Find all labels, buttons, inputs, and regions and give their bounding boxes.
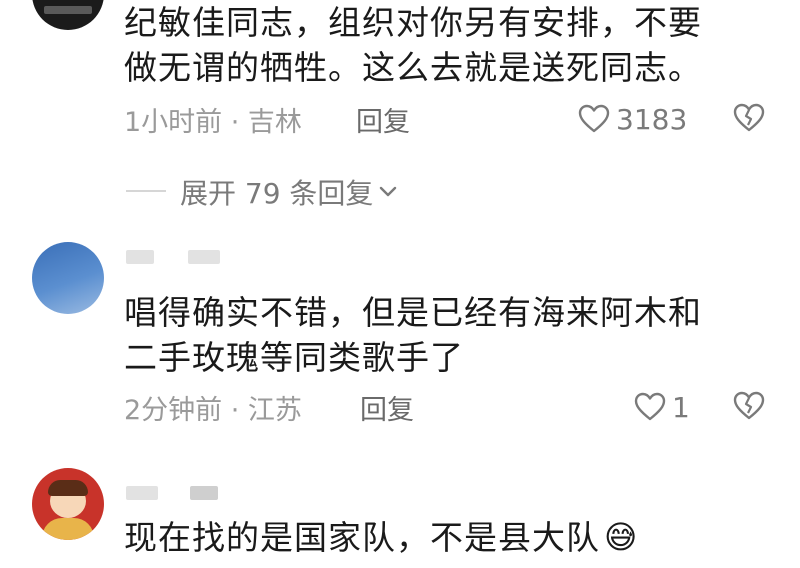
broken-heart-icon bbox=[733, 103, 765, 132]
avatar-hair bbox=[48, 480, 88, 496]
username[interactable] bbox=[126, 250, 154, 264]
like-count: 3183 bbox=[616, 102, 688, 136]
expand-replies-button[interactable]: 展开 79 条回复 bbox=[180, 172, 399, 212]
avatar-badge bbox=[44, 6, 92, 14]
comment-text: 唱得确实不错，但是已经有海来阿木和 二手玫瑰等同类歌手了 bbox=[124, 290, 702, 380]
avatar[interactable] bbox=[32, 468, 104, 540]
dislike-button[interactable] bbox=[733, 103, 765, 137]
comment-text: 现在找的是国家队，不是县大队 😅 bbox=[124, 515, 638, 560]
avatar[interactable] bbox=[32, 0, 104, 30]
reply-button[interactable]: 回复 bbox=[356, 100, 410, 139]
comment-line: 纪敏佳同志，组织对你另有安排，不要 bbox=[124, 3, 702, 42]
comment-text: 纪敏佳同志，组织对你另有安排，不要 做无谓的牺牲。这么去就是送死同志。 bbox=[124, 0, 702, 90]
heart-icon bbox=[634, 392, 666, 421]
broken-heart-icon bbox=[733, 391, 765, 420]
reply-button[interactable]: 回复 bbox=[360, 388, 414, 427]
like-button[interactable]: 3183 bbox=[578, 100, 687, 138]
like-button[interactable]: 1 bbox=[634, 388, 690, 426]
avatar-body bbox=[42, 518, 94, 540]
expand-replies-label: 展开 79 条回复 bbox=[180, 177, 374, 210]
comment-time-location: 1小时前 · 吉林 bbox=[124, 107, 302, 138]
avatar[interactable] bbox=[32, 242, 104, 314]
comment-line: 唱得确实不错，但是已经有海来阿木和 bbox=[124, 293, 702, 332]
username bbox=[190, 486, 218, 500]
expand-replies-divider bbox=[126, 190, 166, 192]
comment-time-location: 2分钟前 · 江苏 bbox=[124, 395, 302, 426]
like-count: 1 bbox=[672, 390, 690, 424]
username[interactable] bbox=[126, 486, 158, 500]
chevron-down-icon bbox=[380, 186, 397, 197]
dislike-button[interactable] bbox=[733, 391, 765, 425]
heart-icon bbox=[578, 104, 610, 133]
comment-line: 做无谓的牺牲。这么去就是送死同志。 bbox=[124, 48, 702, 87]
comment-line: 二手玫瑰等同类歌手了 bbox=[124, 338, 464, 377]
comment-line: 现在找的是国家队，不是县大队 bbox=[124, 518, 600, 557]
sweat-smile-emoji: 😅 bbox=[604, 518, 639, 556]
username bbox=[188, 250, 220, 264]
